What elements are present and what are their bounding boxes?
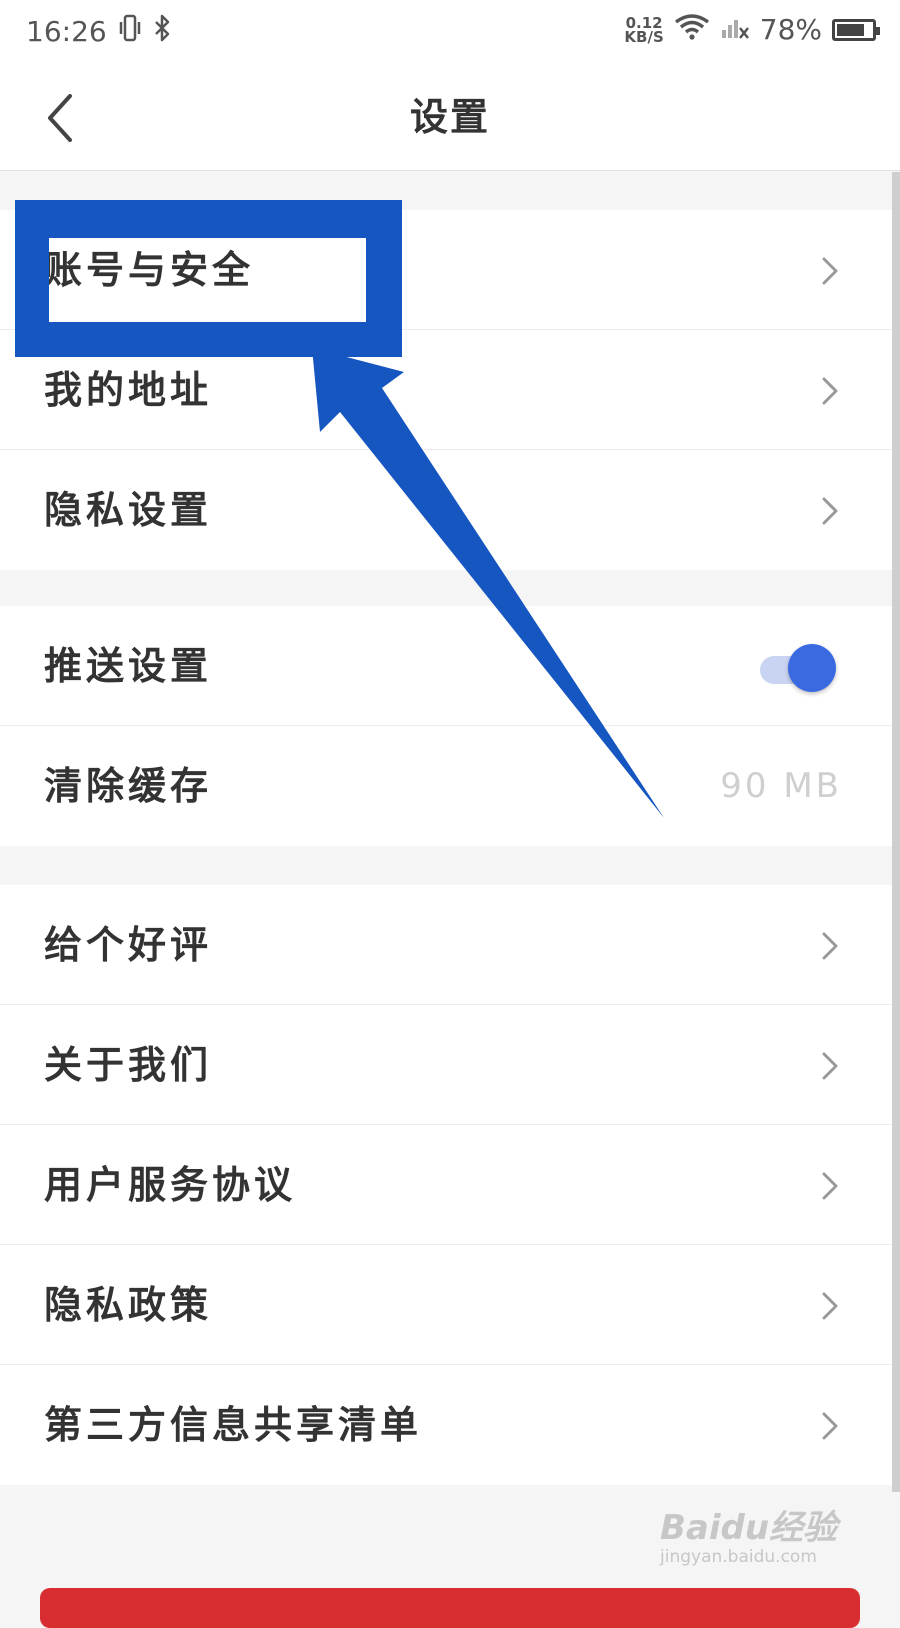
page-title: 设置 bbox=[409, 94, 490, 139]
signal-no-service-icon bbox=[720, 12, 750, 47]
watermark-logo: Baidu经验 bbox=[660, 1508, 838, 1548]
status-time: 16:26 bbox=[26, 15, 107, 48]
scrollbar[interactable] bbox=[892, 172, 900, 1492]
watermark-url: jingyan.baidu.com bbox=[660, 1547, 817, 1567]
settings-row-my-address[interactable]: 我的地址 bbox=[0, 330, 900, 450]
settings-group-account: 账号与安全 我的地址 隐私设置 bbox=[0, 210, 900, 570]
toggle-knob bbox=[788, 644, 836, 692]
settings-row-clear-cache[interactable]: 清除缓存 90 MB bbox=[0, 726, 900, 846]
vibrate-icon bbox=[119, 14, 141, 49]
battery-icon bbox=[832, 18, 880, 41]
logout-button[interactable] bbox=[40, 1588, 860, 1628]
nav-bar: 设置 bbox=[0, 64, 900, 171]
cache-size-value: 90 MB bbox=[720, 766, 842, 806]
chevron-right-icon bbox=[822, 257, 838, 285]
settings-row-privacy-policy[interactable]: 隐私政策 bbox=[0, 1245, 900, 1365]
chevron-right-icon bbox=[822, 1052, 838, 1080]
row-label: 清除缓存 bbox=[44, 763, 213, 808]
chevron-right-icon bbox=[822, 932, 838, 960]
settings-group-about: 给个好评 关于我们 用户服务协议 隐私政策 第三方信息共享清单 bbox=[0, 885, 900, 1485]
net-speed: 0.12 KB/S bbox=[624, 15, 664, 46]
row-label: 用户服务协议 bbox=[44, 1162, 297, 1207]
bluetooth-icon bbox=[153, 14, 171, 49]
battery-level bbox=[837, 23, 864, 36]
wifi-icon bbox=[674, 12, 710, 47]
row-label: 推送设置 bbox=[44, 643, 213, 688]
net-speed-unit: KB/S bbox=[624, 27, 664, 46]
row-label: 第三方信息共享清单 bbox=[44, 1402, 423, 1447]
chevron-right-icon bbox=[822, 497, 838, 525]
row-label: 隐私政策 bbox=[44, 1282, 213, 1327]
row-label: 隐私设置 bbox=[44, 487, 213, 532]
settings-row-user-agreement[interactable]: 用户服务协议 bbox=[0, 1125, 900, 1245]
row-label: 我的地址 bbox=[44, 367, 213, 412]
push-toggle[interactable] bbox=[760, 644, 836, 692]
chevron-right-icon bbox=[822, 377, 838, 405]
chevron-right-icon bbox=[822, 1172, 838, 1200]
settings-row-push: 推送设置 bbox=[0, 606, 900, 726]
row-label: 给个好评 bbox=[44, 922, 213, 967]
status-bar: 16:26 0.12 KB/S 78% bbox=[0, 0, 900, 64]
settings-row-about-us[interactable]: 关于我们 bbox=[0, 1005, 900, 1125]
watermark: Baidu经验 jingyan.baidu.com bbox=[660, 1500, 850, 1570]
settings-row-account-security[interactable]: 账号与安全 bbox=[0, 210, 900, 330]
chevron-right-icon bbox=[822, 1412, 838, 1440]
chevron-right-icon bbox=[822, 1292, 838, 1320]
settings-row-rate[interactable]: 给个好评 bbox=[0, 885, 900, 1005]
row-label: 关于我们 bbox=[44, 1042, 213, 1087]
settings-row-third-party-sharing[interactable]: 第三方信息共享清单 bbox=[0, 1365, 900, 1485]
settings-group-app: 推送设置 清除缓存 90 MB bbox=[0, 606, 900, 846]
row-label: 账号与安全 bbox=[44, 247, 255, 292]
status-left: 16:26 bbox=[26, 14, 171, 49]
battery-percent: 78% bbox=[759, 13, 822, 46]
status-right: 0.12 KB/S 78% bbox=[624, 12, 880, 47]
settings-row-privacy-settings[interactable]: 隐私设置 bbox=[0, 450, 900, 570]
